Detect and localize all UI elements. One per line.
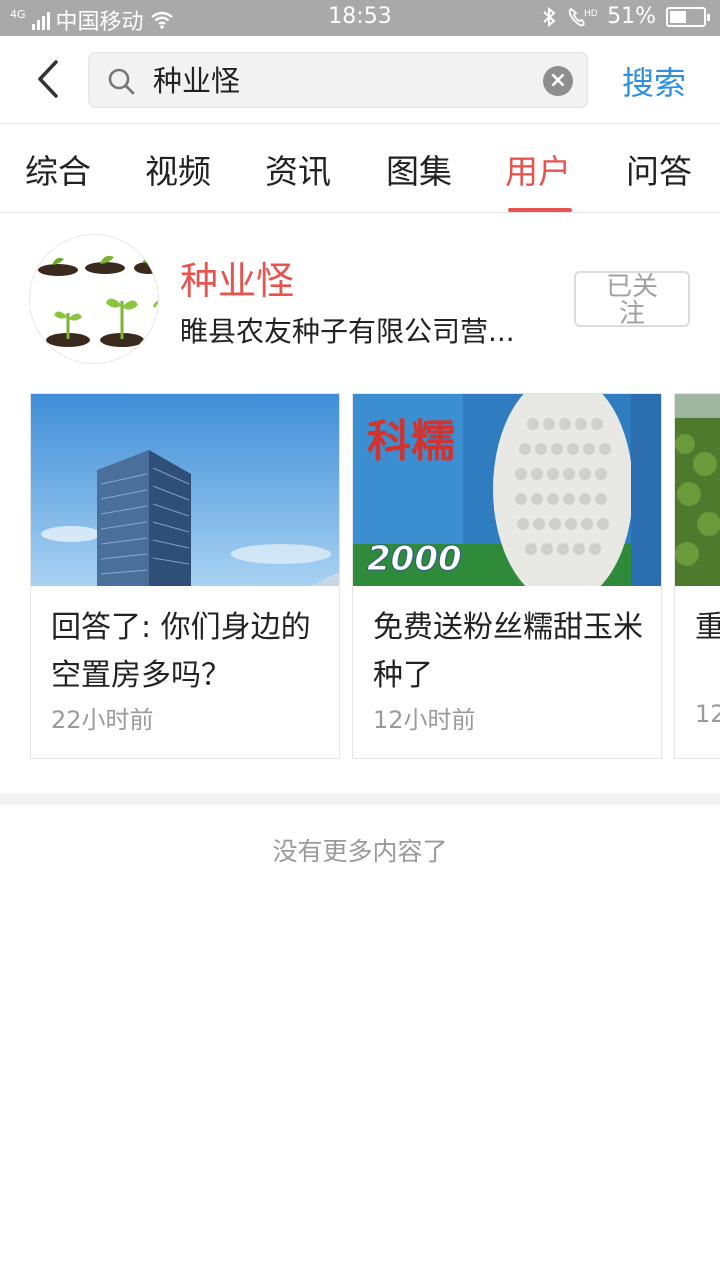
tab-news[interactable]: 资讯	[265, 145, 331, 193]
chevron-left-icon	[38, 60, 58, 98]
search-button[interactable]: 搜索	[604, 58, 704, 104]
follow-label-line1: 已关	[605, 272, 658, 302]
tab-video[interactable]: 视频	[145, 145, 211, 193]
search-icon	[108, 68, 135, 95]
post-title: 免费送粉丝糯甜玉米种了	[373, 610, 643, 693]
battery-fill	[670, 10, 686, 23]
tab-users[interactable]: 用户	[505, 145, 571, 193]
svg-text:HD: HD	[584, 9, 597, 19]
post-card[interactable]: 回答了: 你们身边的空置房多吗？ 22小时前	[30, 393, 340, 759]
section-divider	[0, 793, 720, 805]
post-time: 22小时前	[51, 706, 154, 734]
status-right: HD 51%	[541, 4, 710, 29]
user-description: 睢县农友种子有限公司营...	[180, 315, 515, 348]
seedling-avatar-image	[30, 235, 158, 363]
field-photo	[675, 394, 720, 586]
search-input[interactable]: 种业怪 ×	[88, 52, 588, 108]
post-time: 12	[695, 700, 720, 728]
category-tabs: 综合 视频 资讯 图集 用户 问答	[0, 125, 720, 213]
post-card[interactable]: 重种 12	[674, 393, 720, 759]
battery-icon	[666, 6, 710, 27]
building-photo	[31, 394, 339, 586]
hd-call-icon: HD	[568, 7, 597, 26]
tab-gallery[interactable]: 图集	[386, 145, 452, 193]
search-query: 种业怪	[153, 64, 241, 98]
user-result[interactable]: 种业怪 睢县农友种子有限公司营... 已关注	[0, 214, 720, 384]
active-tab-indicator	[508, 208, 572, 212]
bluetooth-icon	[543, 6, 556, 27]
tab-qa[interactable]: 问答	[626, 145, 692, 193]
avatar[interactable]	[29, 234, 159, 364]
post-title: 回答了: 你们身边的空置房多吗？	[51, 610, 311, 693]
seed-brand-text: 科糯	[367, 416, 455, 467]
user-posts-carousel[interactable]: 回答了: 你们身边的空置房多吗？ 22小时前 科糯 2000 免费送粉丝糯甜玉米…	[0, 393, 720, 759]
clear-icon[interactable]: ×	[543, 66, 573, 96]
tab-comprehensive[interactable]: 综合	[25, 145, 91, 193]
post-card[interactable]: 科糯 2000 免费送粉丝糯甜玉米种了 12小时前	[352, 393, 662, 759]
post-time: 12小时前	[373, 706, 476, 734]
status-bar: 4G 中国移动 18:53 HD 51%	[0, 0, 720, 36]
battery-percent: 51%	[607, 4, 656, 29]
search-header: 种业怪 × 搜索	[0, 36, 720, 124]
follow-button[interactable]: 已关注	[574, 271, 690, 329]
user-name[interactable]: 种业怪	[180, 250, 294, 305]
no-more-content: 没有更多内容了	[272, 837, 448, 866]
post-title: 重种	[695, 610, 720, 645]
corn-seed-photo: 科糯 2000	[353, 394, 661, 586]
seed-number-text: 2000	[367, 539, 462, 579]
back-button[interactable]	[26, 54, 70, 104]
follow-label-line2: 注	[618, 299, 645, 329]
